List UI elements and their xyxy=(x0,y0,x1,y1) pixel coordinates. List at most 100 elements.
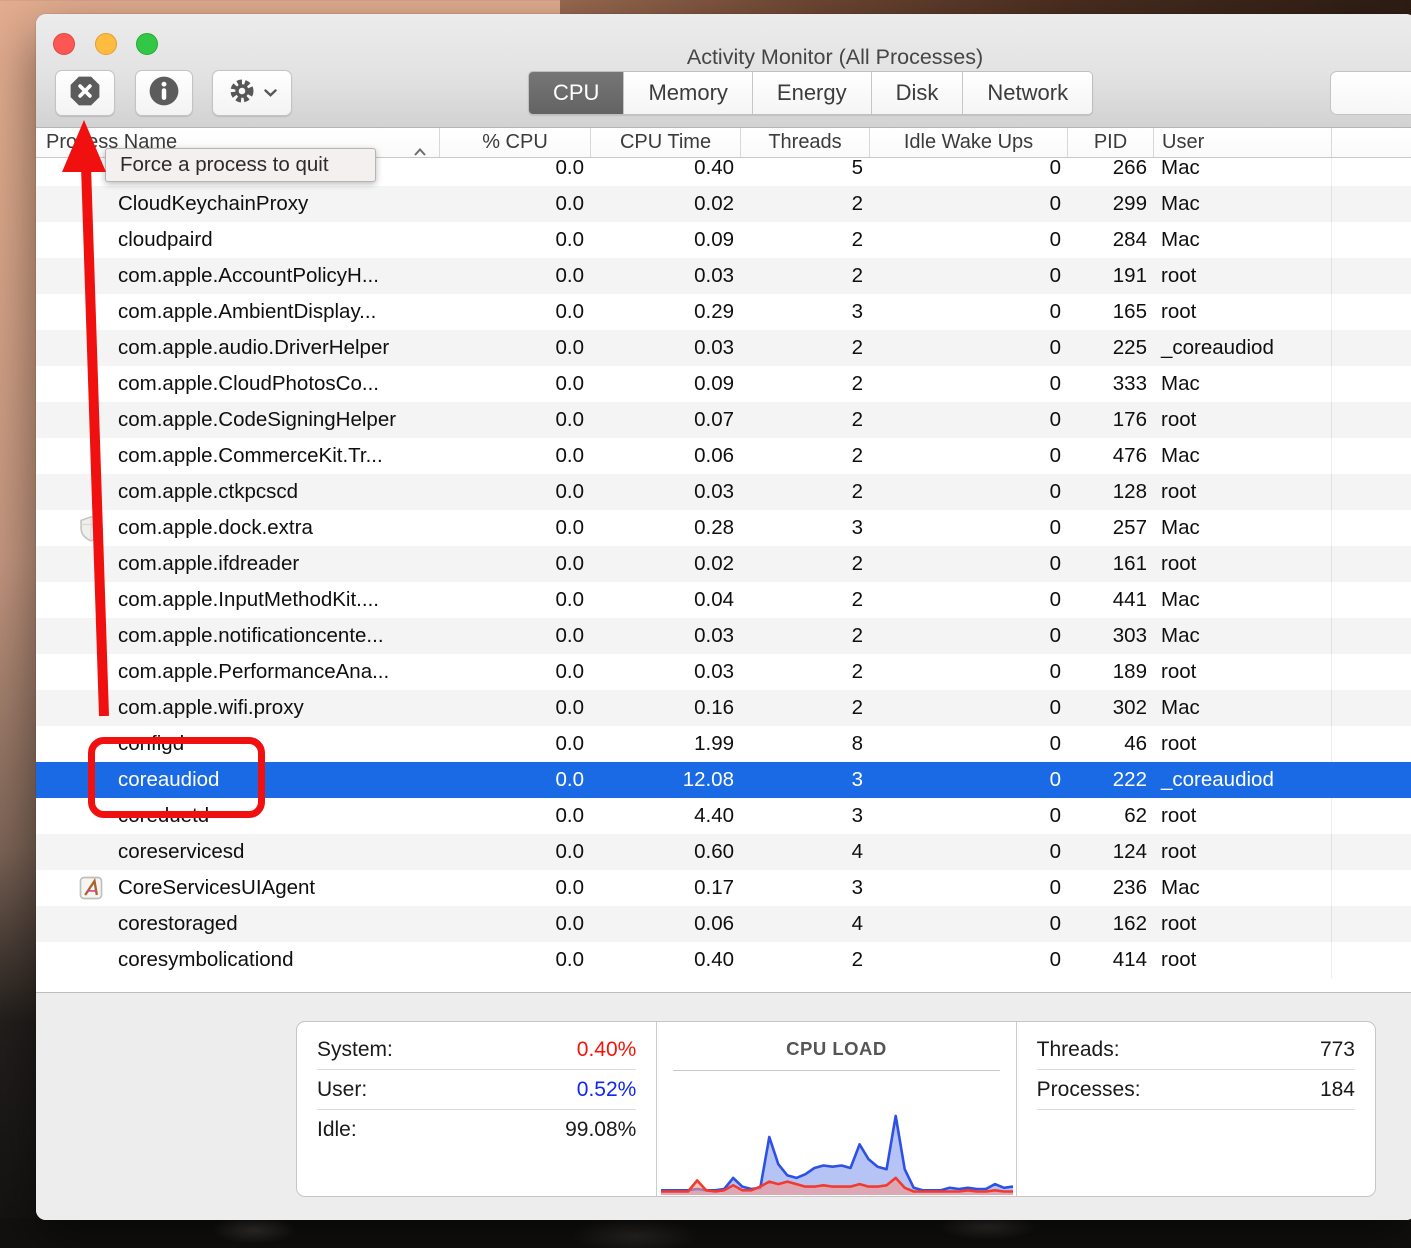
user-value: Mac xyxy=(1153,186,1331,222)
process-row-cloudkeychainproxy[interactable]: CloudKeychainProxy0.00.0220299Mac xyxy=(36,186,1411,222)
column-header-user[interactable]: User xyxy=(1153,128,1331,157)
tab-network[interactable]: Network xyxy=(962,72,1092,114)
process-row-com-apple-dock-extra[interactable]: com.apple.dock.extra0.00.2830257Mac xyxy=(36,510,1411,546)
cpu-load-chart-title: CPU LOAD xyxy=(657,1030,1015,1070)
threads-value: 2 xyxy=(740,582,869,618)
cpu-time-value: 12.08 xyxy=(590,762,740,798)
user-value: root xyxy=(1153,798,1331,834)
idle-wake-ups-value: 0 xyxy=(869,546,1067,582)
threads-value: 2 xyxy=(740,366,869,402)
process-name: com.apple.audio.DriverHelper xyxy=(118,330,389,366)
idle-wake-ups-value: 0 xyxy=(869,330,1067,366)
user-value: Mac xyxy=(1153,222,1331,258)
process-row-com-apple-audio-driverhelper[interactable]: com.apple.audio.DriverHelper0.00.0320225… xyxy=(36,330,1411,366)
tab-energy[interactable]: Energy xyxy=(752,72,871,114)
no-icon xyxy=(76,658,106,686)
no-icon xyxy=(76,694,106,722)
threads-value: 2 xyxy=(740,654,869,690)
idle-wake-ups-value: 0 xyxy=(869,942,1067,978)
no-icon xyxy=(76,334,106,362)
cpu-time-value: 0.03 xyxy=(590,654,740,690)
tab-cpu[interactable]: CPU xyxy=(529,72,623,114)
column-header--cpu[interactable]: % CPU xyxy=(439,128,590,157)
pid-value: 225 xyxy=(1067,330,1153,366)
pid-value: 284 xyxy=(1067,222,1153,258)
tab-memory[interactable]: Memory xyxy=(623,72,751,114)
no-icon xyxy=(76,226,106,254)
process-row-com-apple-codesigninghelper[interactable]: com.apple.CodeSigningHelper0.00.0720176r… xyxy=(36,402,1411,438)
cpu-time-value: 0.07 xyxy=(590,402,740,438)
cpu-time-value: 0.17 xyxy=(590,870,740,906)
process-row-com-apple-performanceana[interactable]: com.apple.PerformanceAna...0.00.0320189r… xyxy=(36,654,1411,690)
threads-value: 2 xyxy=(740,186,869,222)
column-header-pid[interactable]: PID xyxy=(1067,128,1153,157)
idle-wake-ups-value: 0 xyxy=(869,222,1067,258)
threads-value: 2 xyxy=(740,618,869,654)
no-icon xyxy=(76,370,106,398)
force-quit-button[interactable] xyxy=(55,70,115,116)
idle-wake-ups-value: 0 xyxy=(869,582,1067,618)
inspect-process-button[interactable] xyxy=(135,70,193,116)
process-name: com.apple.notificationcente... xyxy=(118,618,384,654)
process-name: com.apple.AmbientDisplay... xyxy=(118,294,376,330)
close-window-button[interactable] xyxy=(53,33,75,55)
process-row-com-apple-notificationcente[interactable]: com.apple.notificationcente...0.00.03203… xyxy=(36,618,1411,654)
process-row-cloudpaird[interactable]: cloudpaird0.00.0920284Mac xyxy=(36,222,1411,258)
cpu-value: 0.0 xyxy=(439,546,590,582)
cpu-value: 0.0 xyxy=(439,186,590,222)
column-header-cpu-time[interactable]: CPU Time xyxy=(590,128,740,157)
threads-value: 2 xyxy=(740,438,869,474)
column-header-idle-wake-ups[interactable]: Idle Wake Ups xyxy=(869,128,1067,157)
process-row-com-apple-wifi-proxy[interactable]: com.apple.wifi.proxy0.00.1620302Mac xyxy=(36,690,1411,726)
threads-value: 2 xyxy=(740,222,869,258)
idle-wake-ups-value: 0 xyxy=(869,474,1067,510)
process-row-configd[interactable]: configd0.01.998046root xyxy=(36,726,1411,762)
options-menu-button[interactable] xyxy=(212,70,292,116)
pid-value: 124 xyxy=(1067,834,1153,870)
threads-label: Threads: xyxy=(1037,1030,1120,1070)
process-name: configd xyxy=(118,726,184,762)
process-row-coreduetd[interactable]: coreduetd0.04.403062root xyxy=(36,798,1411,834)
process-name: coreaudiod xyxy=(118,762,219,798)
process-row-com-apple-accountpolicyh[interactable]: com.apple.AccountPolicyH...0.00.0320191r… xyxy=(36,258,1411,294)
column-header-threads[interactable]: Threads xyxy=(740,128,869,157)
user-value: Mac xyxy=(1153,870,1331,906)
cpu-time-value: 0.03 xyxy=(590,474,740,510)
process-name: com.apple.CommerceKit.Tr... xyxy=(118,438,383,474)
user-value: root xyxy=(1153,942,1331,978)
process-row-coresymbolicationd[interactable]: coresymbolicationd0.00.4020414root xyxy=(36,942,1411,978)
search-input[interactable] xyxy=(1330,71,1411,115)
process-row-com-apple-inputmethodkit[interactable]: com.apple.InputMethodKit....0.00.0420441… xyxy=(36,582,1411,618)
user-value: root xyxy=(1153,654,1331,690)
threads-value: 2 xyxy=(740,402,869,438)
pid-value: 236 xyxy=(1067,870,1153,906)
tab-disk[interactable]: Disk xyxy=(871,72,963,114)
zoom-window-button[interactable] xyxy=(136,33,158,55)
process-row-coreservicesd[interactable]: coreservicesd0.00.6040124root xyxy=(36,834,1411,870)
no-icon xyxy=(76,190,106,218)
process-row-com-apple-ifdreader[interactable]: com.apple.ifdreader0.00.0220161root xyxy=(36,546,1411,582)
system-stat-row: System: 0.40% xyxy=(317,1030,636,1070)
minimize-window-button[interactable] xyxy=(95,33,117,55)
pid-value: 257 xyxy=(1067,510,1153,546)
process-row-com-apple-cloudphotosco[interactable]: com.apple.CloudPhotosCo...0.00.0920333Ma… xyxy=(36,366,1411,402)
threads-value: 8 xyxy=(740,726,869,762)
pid-value: 62 xyxy=(1067,798,1153,834)
cpu-time-value: 0.09 xyxy=(590,222,740,258)
pid-value: 266 xyxy=(1067,158,1153,186)
process-row-com-apple-commercekit-tr[interactable]: com.apple.CommerceKit.Tr...0.00.0620476M… xyxy=(36,438,1411,474)
process-row-coreservicesuiagent[interactable]: CoreServicesUIAgent0.00.1730236Mac xyxy=(36,870,1411,906)
idle-wake-ups-value: 0 xyxy=(869,798,1067,834)
process-row-com-apple-ambientdisplay[interactable]: com.apple.AmbientDisplay...0.00.2930165r… xyxy=(36,294,1411,330)
idle-wake-ups-value: 0 xyxy=(869,618,1067,654)
cpu-time-value: 1.99 xyxy=(590,726,740,762)
cpu-load-section: CPU LOAD xyxy=(656,1022,1015,1196)
user-value: Mac xyxy=(1153,618,1331,654)
process-row-com-apple-ctkpcscd[interactable]: com.apple.ctkpcscd0.00.0320128root xyxy=(36,474,1411,510)
process-row-corestoraged[interactable]: corestoraged0.00.0640162root xyxy=(36,906,1411,942)
cpu-value: 0.0 xyxy=(439,474,590,510)
process-row-coreaudiod[interactable]: coreaudiod0.012.0830222_coreaudiod xyxy=(36,762,1411,798)
threads-value: 3 xyxy=(740,762,869,798)
cpu-value: 0.0 xyxy=(439,906,590,942)
cpu-value: 0.0 xyxy=(439,762,590,798)
